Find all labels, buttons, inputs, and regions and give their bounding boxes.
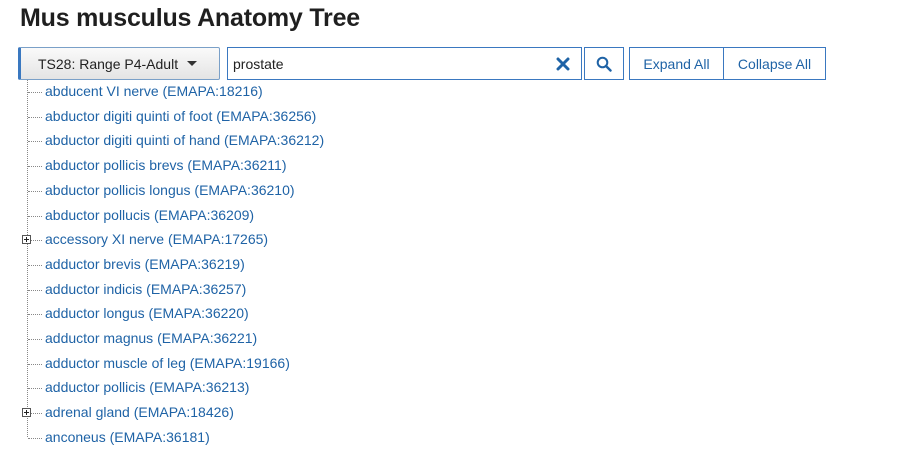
tree-branch-line xyxy=(28,141,42,142)
tree-node-link[interactable]: adductor indicis (EMAPA:36257) xyxy=(45,281,246,297)
tree-node-link[interactable]: abductor digiti quinti of hand (EMAPA:36… xyxy=(45,132,324,148)
page-title: Mus musculus Anatomy Tree xyxy=(20,4,360,32)
tree-node-link[interactable]: anconeus (EMAPA:36181) xyxy=(45,429,210,445)
search-icon xyxy=(596,56,612,72)
tree-node-link[interactable]: accessory XI nerve (EMAPA:17265) xyxy=(45,231,268,247)
tree-node[interactable]: adductor pollicis (EMAPA:36213) xyxy=(0,376,900,400)
tree-branch-line xyxy=(28,92,42,93)
tree-node-link[interactable]: abductor pollicis longus (EMAPA:36210) xyxy=(45,182,295,198)
tree-branch-line xyxy=(28,339,42,340)
expand-all-button[interactable]: Expand All xyxy=(629,47,724,80)
expand-node-icon[interactable] xyxy=(22,408,31,417)
tree-node[interactable]: abductor digiti quinti of hand (EMAPA:36… xyxy=(0,129,900,153)
tree-node[interactable]: abductor digiti quinti of foot (EMAPA:36… xyxy=(0,105,900,129)
tree-branch-line xyxy=(28,290,42,291)
tree-node-link[interactable]: abductor pollicis brevs (EMAPA:36211) xyxy=(45,157,286,173)
tree-branch-line xyxy=(28,117,42,118)
clear-search-button[interactable] xyxy=(551,52,575,76)
tree-branch-line xyxy=(28,364,42,365)
tree-node-link[interactable]: abductor pollucis (EMAPA:36209) xyxy=(45,207,254,223)
tree-node[interactable]: abductor pollicis longus (EMAPA:36210) xyxy=(0,179,900,203)
tree-branch-line xyxy=(28,265,42,266)
tree-node[interactable]: adductor indicis (EMAPA:36257) xyxy=(0,278,900,302)
tree-node[interactable]: abductor pollucis (EMAPA:36209) xyxy=(0,204,900,228)
tree-branch-line xyxy=(28,314,42,315)
tree-branch-line xyxy=(28,191,42,192)
search-button[interactable] xyxy=(584,47,624,80)
tree-branch-line xyxy=(28,216,42,217)
tree-node[interactable]: adductor brevis (EMAPA:36219) xyxy=(0,253,900,277)
expand-node-icon[interactable] xyxy=(22,235,31,244)
tree-branch-line xyxy=(28,438,42,439)
tree-node[interactable]: abducent VI nerve (EMAPA:18216) xyxy=(0,80,900,104)
tree-node-link[interactable]: adductor magnus (EMAPA:36221) xyxy=(45,330,257,346)
tree-node[interactable]: adrenal gland (EMAPA:18426) xyxy=(0,401,900,425)
tree-node[interactable]: adductor muscle of leg (EMAPA:19166) xyxy=(0,352,900,376)
tree-node[interactable]: accessory XI nerve (EMAPA:17265) xyxy=(0,228,900,252)
tree-node-link[interactable]: adductor muscle of leg (EMAPA:19166) xyxy=(45,355,290,371)
search-input[interactable] xyxy=(230,50,546,77)
stage-select-label: TS28: Range P4-Adult xyxy=(38,55,179,72)
search-box xyxy=(227,47,582,80)
tree-node-link[interactable]: abductor digiti quinti of foot (EMAPA:36… xyxy=(45,108,316,124)
collapse-all-button[interactable]: Collapse All xyxy=(723,47,826,80)
tree-branch-line xyxy=(28,166,42,167)
tree-node-link[interactable]: adductor pollicis (EMAPA:36213) xyxy=(45,379,249,395)
tree-node[interactable]: adductor magnus (EMAPA:36221) xyxy=(0,327,900,351)
anatomy-tree: abducent VI nerve (EMAPA:18216) abductor … xyxy=(0,80,900,445)
clear-icon xyxy=(556,57,570,71)
tree-node-link[interactable]: adductor longus (EMAPA:36220) xyxy=(45,305,249,321)
tree-node[interactable]: anconeus (EMAPA:36181) xyxy=(0,426,900,450)
tree-node-link[interactable]: adrenal gland (EMAPA:18426) xyxy=(45,404,234,420)
tree-node[interactable]: adductor longus (EMAPA:36220) xyxy=(0,302,900,326)
caret-down-icon xyxy=(187,61,198,66)
tree-branch-line xyxy=(28,388,42,389)
tree-node-link[interactable]: abducent VI nerve (EMAPA:18216) xyxy=(45,83,263,99)
tree-node-link[interactable]: adductor brevis (EMAPA:36219) xyxy=(45,256,245,272)
tree-node[interactable]: abductor pollicis brevs (EMAPA:36211) xyxy=(0,154,900,178)
stage-select-button[interactable]: TS28: Range P4-Adult xyxy=(18,47,220,80)
